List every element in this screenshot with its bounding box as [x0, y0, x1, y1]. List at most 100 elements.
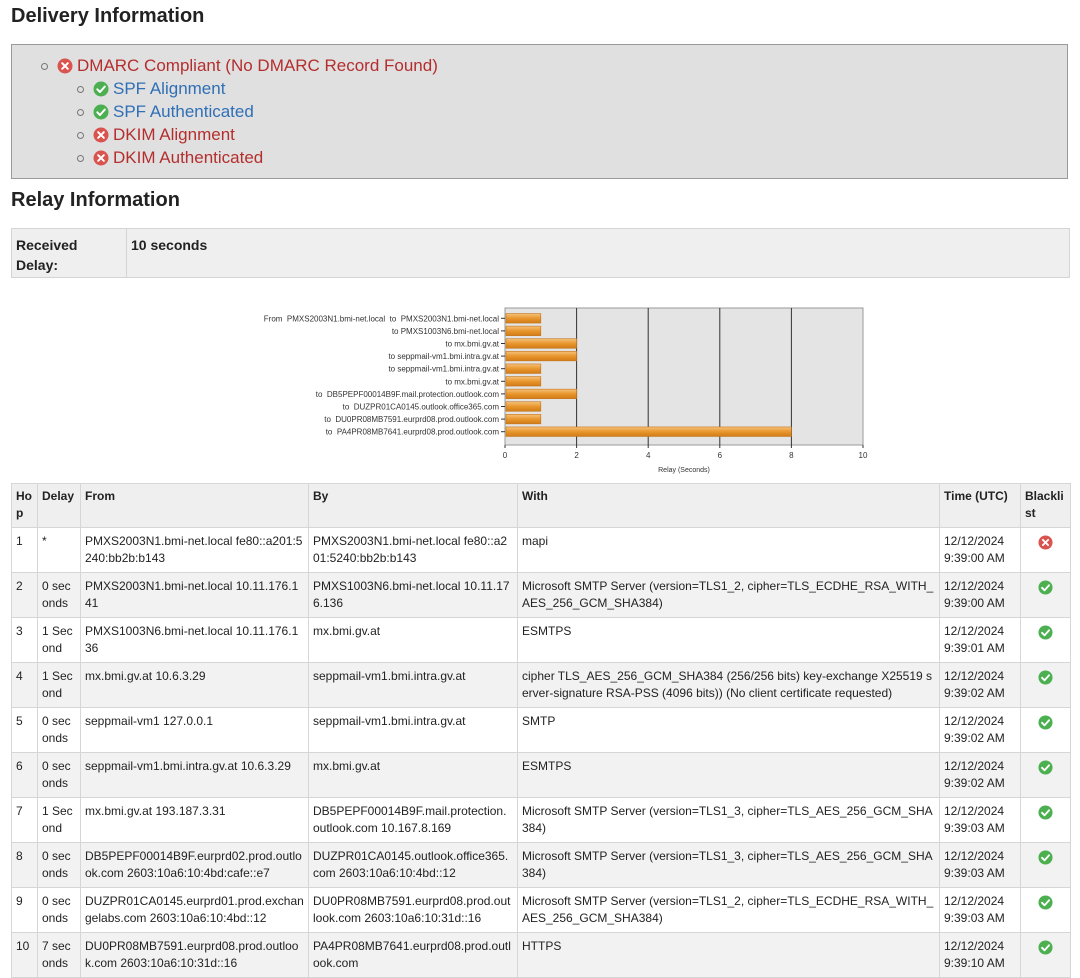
received-delay-value: 10 seconds — [131, 237, 208, 253]
bar — [505, 313, 542, 324]
table-header-row: Hop Delay From By With Time (UTC) Blacklist — [11, 483, 1071, 528]
blacklist-cell — [1020, 932, 1071, 978]
hop-cell: 5 — [11, 707, 38, 753]
relay-heading: Relay Information — [11, 189, 180, 211]
time-header: Time (UTC) — [939, 483, 1021, 528]
bar — [505, 325, 542, 336]
y-tick-label: to seppmail-vm1.bmi.intra.gv.at — [388, 352, 499, 361]
time-cell: 12/12/2024 9:39:03 AM — [939, 842, 1021, 888]
hop-cell: 3 — [11, 617, 38, 663]
blacklist-cell — [1020, 527, 1071, 573]
by-cell: mx.bmi.gv.at — [308, 752, 518, 798]
bullet-icon — [77, 154, 84, 162]
blacklist-cell — [1020, 662, 1071, 708]
time-cell: 12/12/2024 9:39:03 AM — [939, 797, 1021, 843]
blacklist-cell — [1020, 887, 1071, 933]
hop-cell: 1 — [11, 527, 38, 573]
delay-cell: 1 Second — [37, 797, 81, 843]
delay-cell: 1 Second — [37, 662, 81, 708]
table-row: 20 seconds PMXS2003N1.bmi-net.local 10.11… — [11, 572, 1071, 618]
time-cell: 12/12/2024 9:39:00 AM — [939, 527, 1021, 573]
table-row: 90 seconds DUZPR01CA0145.eurprd01.prod.ex… — [11, 887, 1071, 933]
table-row: 10 7 seconds DU0PR08MB7591.eurprd08.prod.o… — [11, 932, 1071, 978]
by-cell: PMXS2003N1.bmi-net.local fe80::a201:5240… — [308, 527, 518, 573]
from-cell: DUZPR01CA0145.eurprd01.prod.exchangelabs… — [80, 887, 309, 933]
blacklist-cell — [1020, 707, 1071, 753]
bullet-icon — [77, 131, 84, 139]
delivery-check-item: DMARC Compliant (No DMARC Record Found) — [41, 55, 438, 77]
y-tick-label: From PMXS2003N1.bmi-net.local to PMXS200… — [264, 314, 499, 323]
y-tick-label: to DU0PR08MB7591.eurprd08.prod.outlook.c… — [324, 415, 499, 424]
delivery-check-item: SPF Authenticated — [77, 101, 254, 123]
check-circle-icon — [1038, 670, 1053, 688]
delivery-check-label: SPF Authenticated — [113, 102, 254, 121]
from-cell: seppmail-vm1 127.0.0.1 — [80, 707, 309, 753]
time-cell: 12/12/2024 9:39:02 AM — [939, 662, 1021, 708]
delay-cell: 0 seconds — [37, 752, 81, 798]
hop-cell: 6 — [11, 752, 38, 798]
blacklist-cell — [1020, 797, 1071, 843]
y-tick-label: to mx.bmi.gv.at — [445, 377, 499, 386]
x-circle-icon — [93, 150, 109, 166]
by-cell: seppmail-vm1.bmi.intra.gv.at — [308, 707, 518, 753]
bar — [505, 376, 542, 387]
from-cell: DB5PEPF00014B9F.eurprd02.prod.outlook.co… — [80, 842, 309, 888]
with-cell: ESMTPS — [517, 752, 940, 798]
received-delay-table: Received Delay: 10 seconds — [11, 228, 1070, 278]
from-cell: PMXS2003N1.bmi-net.local fe80::a201:5240… — [80, 527, 309, 573]
check-circle-icon — [1038, 895, 1053, 913]
bullet-icon — [77, 108, 84, 116]
delivery-check-item: DKIM Alignment — [77, 124, 235, 146]
table-row: 31 Second PMXS1003N6.bmi-net.local 10.11.… — [11, 617, 1071, 663]
delivery-heading: Delivery Information — [11, 5, 205, 27]
x-tick-label: 2 — [574, 451, 579, 460]
y-tick-label: to PMXS1003N6.bmi-net.local — [392, 327, 499, 336]
by-cell: mx.bmi.gv.at — [308, 617, 518, 663]
hop-cell: 7 — [11, 797, 38, 843]
bar — [505, 338, 577, 349]
y-tick-label: to DB5PEPF00014B9F.mail.protection.outlo… — [316, 390, 500, 399]
x-tick-label: 6 — [718, 451, 723, 460]
hop-cell: 2 — [11, 572, 38, 618]
with-cell: SMTP — [517, 707, 940, 753]
bar — [505, 426, 792, 437]
hop-cell: 8 — [11, 842, 38, 888]
time-cell: 12/12/2024 9:39:10 AM — [939, 932, 1021, 978]
time-cell: 12/12/2024 9:39:00 AM — [939, 572, 1021, 618]
delay-cell: 7 seconds — [37, 932, 81, 978]
x-axis-label: Relay (Seconds) — [658, 467, 710, 474]
delay-cell: 0 seconds — [37, 842, 81, 888]
table-row: 1 * PMXS2003N1.bmi-net.local fe80::a201:52… — [11, 527, 1071, 573]
hop-cell: 10 — [11, 932, 38, 978]
bar — [505, 363, 542, 374]
received-delay-label: Received Delay: — [16, 237, 78, 273]
bar — [505, 401, 542, 412]
check-circle-icon — [1038, 850, 1053, 868]
blacklist-cell — [1020, 617, 1071, 663]
x-tick-label: 10 — [859, 451, 868, 460]
check-circle-icon — [1038, 625, 1053, 643]
delay-cell: 0 seconds — [37, 572, 81, 618]
by-cell: DUZPR01CA0145.outlook.office365.com 2603… — [308, 842, 518, 888]
relay-chart: 0 2 4 6 8 10 Relay (Seconds) From PMXS2003N1.bm… — [264, 307, 868, 474]
check-circle-icon — [93, 104, 109, 120]
with-cell: Microsoft SMTP Server (version=TLS1_3, c… — [517, 842, 940, 888]
with-cell: Microsoft SMTP Server (version=TLS1_2, c… — [517, 572, 940, 618]
blacklist-cell — [1020, 752, 1071, 798]
table-row: 80 seconds DB5PEPF00014B9F.eurprd02.prod.… — [11, 842, 1071, 888]
delay-cell: 0 seconds — [37, 887, 81, 933]
from-cell: mx.bmi.gv.at 10.6.3.29 — [80, 662, 309, 708]
table-row: 50 seconds seppmail-vm1 127.0.0.1 seppmail… — [11, 707, 1071, 753]
with-header: With — [517, 483, 940, 528]
delivery-check-label: DKIM Alignment — [113, 125, 235, 144]
plot-area — [504, 307, 864, 446]
bullet-icon — [77, 85, 84, 93]
from-cell: PMXS1003N6.bmi-net.local 10.11.176.136 — [80, 617, 309, 663]
bar — [505, 351, 577, 362]
by-cell: PA4PR08MB7641.eurprd08.prod.outlook.com — [308, 932, 518, 978]
check-circle-icon — [1038, 805, 1053, 823]
delivery-check-item: DKIM Authenticated — [77, 147, 263, 169]
with-cell: Microsoft SMTP Server (version=TLS1_2, c… — [517, 887, 940, 933]
bar — [505, 414, 542, 425]
check-circle-icon — [1038, 940, 1053, 958]
